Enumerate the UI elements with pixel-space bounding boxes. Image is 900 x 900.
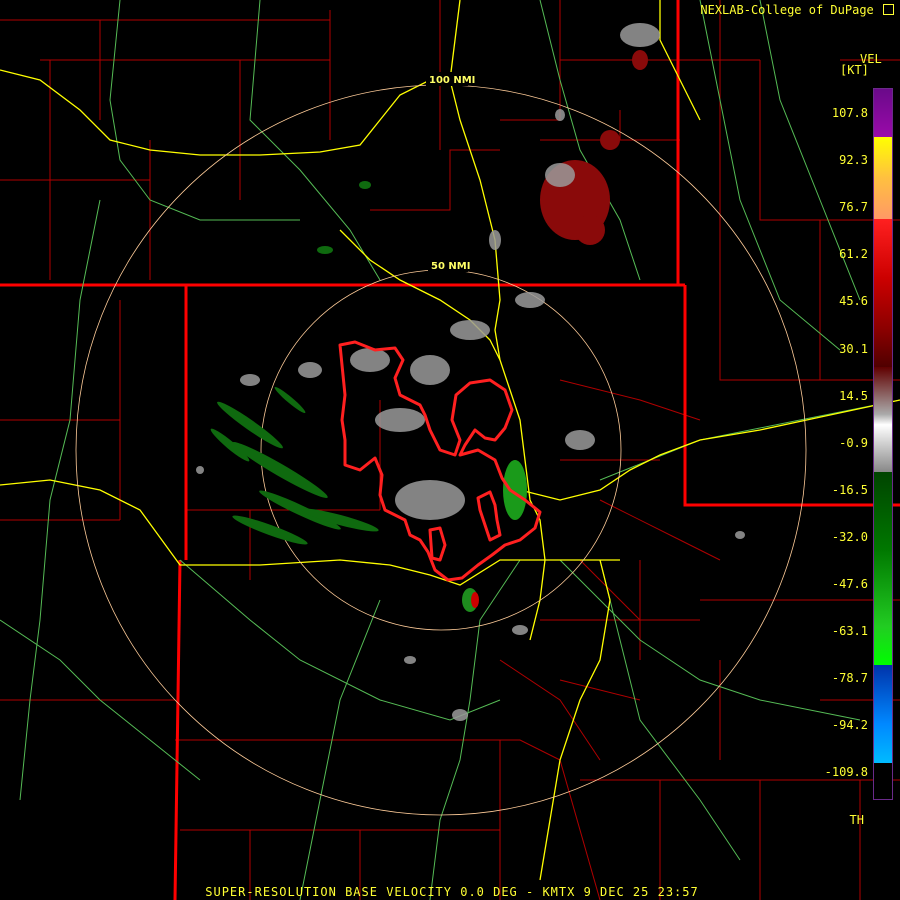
scale-seg-blue [874, 665, 892, 763]
legend-tick-label: -94.2 [831, 718, 868, 733]
legend-tick-label: 14.5 [839, 388, 868, 403]
scale-seg-gray [874, 367, 892, 472]
legend-tick-label: -0.9 [839, 435, 868, 450]
scale-seg-th [874, 763, 892, 799]
highways [0, 0, 900, 881]
secondary-roads [0, 0, 900, 900]
legend-tick-label: 61.2 [839, 247, 868, 262]
legend-unit: [KT] [840, 63, 869, 77]
velocity-color-scale [873, 88, 893, 800]
inbound-echoes [210, 181, 527, 612]
legend-tick-label: -78.7 [831, 671, 868, 686]
legend-tick-label: 107.8 [831, 106, 868, 120]
legend-tick-label: 76.7 [839, 200, 868, 215]
legend-tick-label: 30.1 [839, 341, 868, 356]
credit-text: NEXLAB-College of DuPage [700, 3, 874, 17]
nexlab-logo-icon [883, 4, 894, 15]
legend-tick-label: -16.5 [831, 482, 868, 497]
warning-polygon-3 [428, 526, 447, 562]
state-borders [0, 0, 900, 900]
scale-seg-yellow [874, 137, 892, 219]
legend-tick-label: -109.8 [824, 765, 868, 780]
legend-tick-label: 45.6 [839, 294, 868, 309]
scale-seg-green [874, 472, 892, 665]
radar-map: 100 NMI 50 NMI [0, 0, 900, 900]
scale-seg-purple [874, 89, 892, 137]
legend-tick-label: TH [849, 812, 864, 827]
county-borders [0, 0, 900, 900]
legend-tick-label: 92.3 [839, 153, 868, 168]
legend-tick-label: -47.6 [831, 577, 868, 591]
product-description: SUPER-RESOLUTION BASE VELOCITY 0.0 DEG -… [205, 885, 699, 899]
legend-tick-label: -63.1 [831, 624, 868, 639]
legend-tick-label: -32.0 [831, 529, 868, 544]
ring-label-100: 100 NMI [429, 75, 475, 86]
scale-seg-red [874, 219, 892, 367]
credit-label: NEXLAB-College of DuPage [700, 3, 894, 17]
warning-polygon-2 [476, 490, 502, 542]
ring-label-50: 50 NMI [431, 261, 470, 272]
